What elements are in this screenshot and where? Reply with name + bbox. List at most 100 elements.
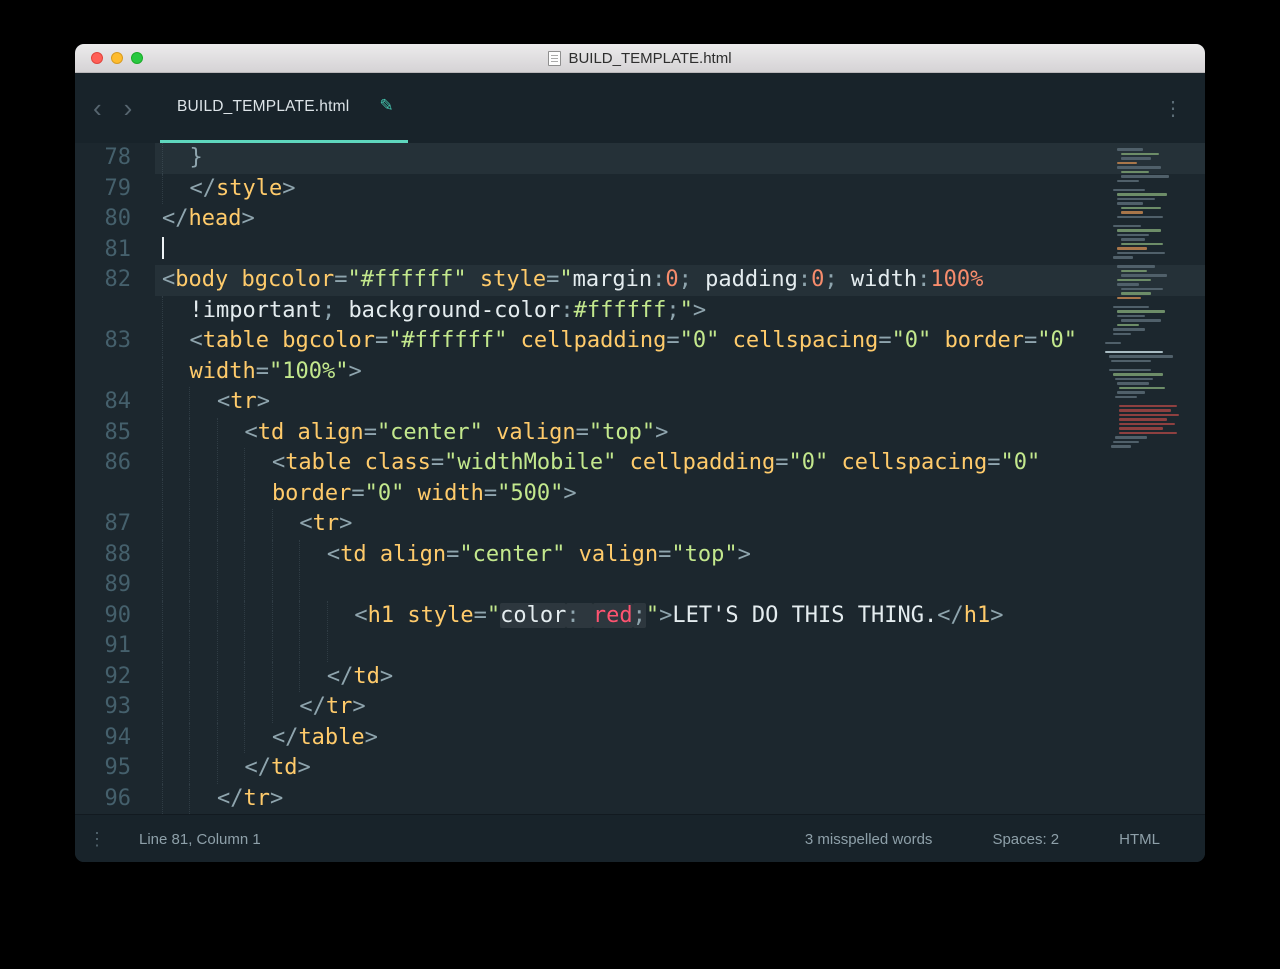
code-row[interactable]: 81 <box>75 235 1205 266</box>
titlebar[interactable]: BUILD_TEMPLATE.html <box>75 44 1205 73</box>
indent-guide <box>216 448 244 479</box>
code-row[interactable]: 85 <td align="center" valign="top"> <box>75 417 1205 448</box>
code-row[interactable]: 82 <body bgcolor="#ffffff" style="margin:… <box>75 265 1205 296</box>
status-menu-icon[interactable]: ⋮ <box>88 829 106 850</box>
code-token: ; <box>666 297 680 323</box>
indent-guide <box>299 631 326 662</box>
code-row[interactable]: 92 </td> <box>75 661 1205 692</box>
indent-guide <box>162 173 189 204</box>
indent-guide <box>189 478 216 509</box>
line-number: 81 <box>104 236 132 262</box>
indent-guide <box>244 600 271 631</box>
code-row[interactable]: 89 <box>75 570 1205 601</box>
indent-guide <box>244 570 271 601</box>
code-row[interactable]: 95 </td> <box>75 753 1205 784</box>
line-number: 96 <box>104 785 132 811</box>
code-row[interactable]: 94 </table> <box>75 722 1205 753</box>
tab-label: BUILD_TEMPLATE.html <box>177 97 350 115</box>
status-bar: ⋮ Line 81, Column 1 3 misspelled words S… <box>75 814 1205 862</box>
code-token: align <box>297 419 364 445</box>
indent-guide <box>162 509 189 540</box>
code-row[interactable]: !important; background-color:#ffffff;"> <box>75 295 1205 327</box>
code-token: bgcolor <box>282 328 375 353</box>
code-row[interactable]: 83 <table bgcolor="#ffffff" cellpadding="… <box>75 326 1205 357</box>
code-token: = <box>473 602 487 628</box>
code-row[interactable]: 79 </style> <box>75 173 1205 204</box>
line-number: 83 <box>104 328 132 353</box>
indent-guide <box>216 509 244 540</box>
overflow-menu-button[interactable]: ⋮ <box>1163 73 1183 143</box>
code-token: > <box>256 389 270 414</box>
minimap[interactable] <box>1105 147 1191 449</box>
code-token: < <box>326 541 341 567</box>
indent-guide <box>299 661 326 692</box>
line-number: 93 <box>104 694 132 719</box>
forward-button chevron-right-icon[interactable]: › <box>124 95 133 121</box>
traffic-lights <box>91 44 143 72</box>
code-token: </ <box>937 602 964 628</box>
line-number <box>75 296 155 327</box>
zoom-button[interactable] <box>131 52 143 64</box>
code-row[interactable]: 96 </tr> <box>75 783 1205 814</box>
code-row[interactable]: 80 </head> <box>75 204 1205 235</box>
indent-guide <box>162 539 189 570</box>
back-button chevron-left-icon[interactable]: ‹ <box>93 95 102 121</box>
code-row[interactable]: 91 <box>75 631 1205 662</box>
code-token: td <box>340 541 367 567</box>
indent-guide <box>299 600 326 631</box>
indent-guide <box>216 692 244 723</box>
overflow-menu-icon: ⋮ <box>1163 97 1183 120</box>
code-row[interactable]: width="100%"> <box>75 356 1205 387</box>
syntax-mode[interactable]: HTML <box>1119 831 1160 848</box>
cursor-position: Line 81, Column 1 <box>139 831 261 848</box>
code-row[interactable]: 90 <h1 style="color: red;">LET'S DO THIS … <box>75 600 1205 631</box>
code-row[interactable]: 86 <table class="widthMobile" cellpadding… <box>75 448 1205 479</box>
indent-guide <box>326 631 354 662</box>
indent-guide <box>271 509 299 540</box>
code-token: " <box>645 602 660 628</box>
code-editor[interactable]: 78} 79 </style> 80 </head> 81 82 <body bgcolor=… <box>75 143 1205 814</box>
indent-guide <box>244 448 271 479</box>
code-token: </ <box>299 694 326 719</box>
indent-guide <box>299 539 326 570</box>
code-token: color <box>500 602 567 628</box>
code-token: tr <box>312 511 340 536</box>
indent-guide <box>216 600 244 631</box>
document-icon <box>548 50 562 66</box>
code-row[interactable]: 93 </tr> <box>75 692 1205 723</box>
indent-guide <box>189 448 216 479</box>
code-token: > <box>692 297 707 323</box>
close-button[interactable] <box>91 52 103 64</box>
code-row[interactable]: 87 <tr> <box>75 509 1205 540</box>
line-number: 87 <box>104 511 132 536</box>
indent-guide <box>244 722 271 753</box>
desktop: BUILD_TEMPLATE.html ‹ › BUILD_TEMPLATE.h… <box>0 0 1280 969</box>
code-token: < <box>271 450 286 475</box>
code-token: "top" <box>671 541 738 567</box>
indent-guide <box>216 722 244 753</box>
tab-build-template[interactable]: BUILD_TEMPLATE.html ✎ <box>160 73 408 143</box>
code-token: width <box>850 267 918 292</box>
indent-guide <box>271 692 299 723</box>
code-row[interactable]: border="0" width="500"> <box>75 478 1205 509</box>
indentation-setting[interactable]: Spaces: 2 <box>992 831 1059 848</box>
line-number: 86 <box>104 450 132 475</box>
indent-guide <box>244 539 271 570</box>
code-token: ; <box>632 602 646 628</box>
code-token: table <box>202 328 269 353</box>
indent-guide <box>189 753 216 784</box>
code-row[interactable]: 88 <td align="center" valign="top"> <box>75 539 1205 570</box>
code-row[interactable]: 84 <tr> <box>75 387 1205 418</box>
minimize-button[interactable] <box>111 52 123 64</box>
code-token: body <box>175 267 229 292</box>
code-lines: 78} 79 </style> 80 </head> 81 82 <body bgcolor=… <box>75 143 1205 814</box>
indent-guide <box>162 570 189 601</box>
code-token: = <box>878 328 892 353</box>
code-token: valign <box>578 541 659 567</box>
indent-guide <box>162 631 189 662</box>
line-number: 92 <box>104 663 132 689</box>
code-row[interactable]: 78} <box>75 143 1205 174</box>
